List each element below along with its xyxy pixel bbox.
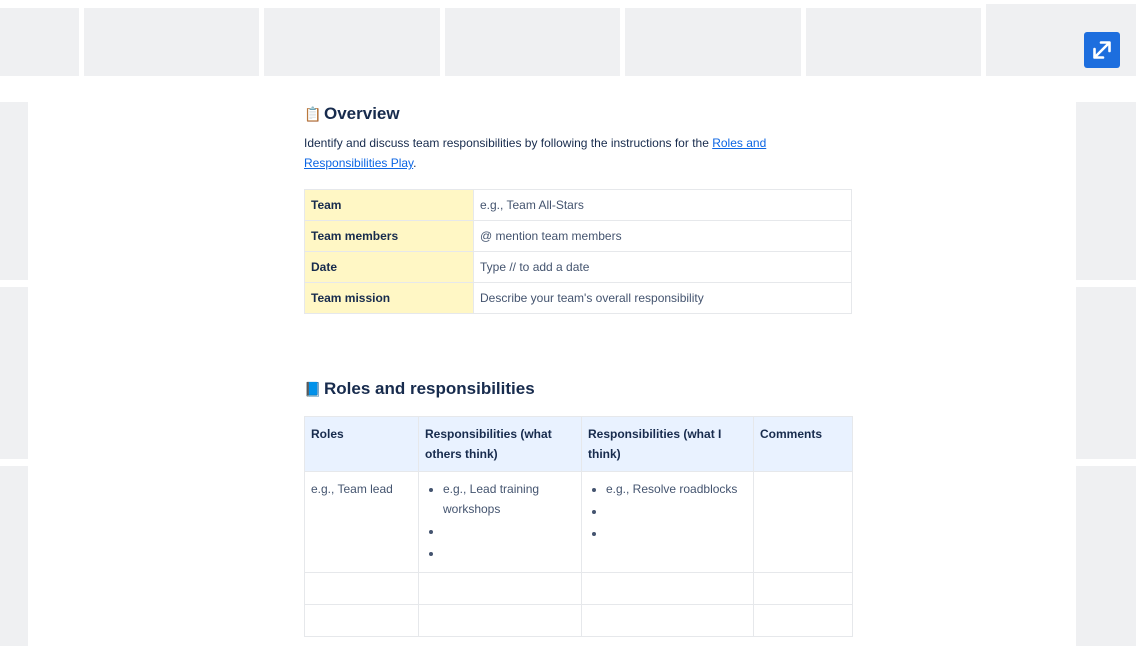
expand-arrows-icon: [1093, 41, 1111, 59]
expand-button[interactable]: [1084, 32, 1120, 68]
intro-paragraph: Identify and discuss team responsibiliti…: [304, 133, 852, 173]
table-header-row: Roles Responsibilities (what others thin…: [304, 416, 853, 472]
bullet-list: e.g., Resolve roadblocks: [588, 479, 747, 543]
roles-table: Roles Responsibilities (what others thin…: [304, 416, 853, 637]
overview-title: Overview: [324, 104, 400, 123]
role-cell[interactable]: e.g., Team lead: [304, 471, 419, 573]
date-value-cell[interactable]: Type // to add a date: [473, 251, 852, 283]
table-row: Team mission Describe your team's overal…: [304, 282, 852, 314]
list-item: e.g., Resolve roadblocks: [606, 479, 747, 499]
roles-heading: 📘 Roles and responsibilities: [304, 379, 535, 399]
header-roles: Roles: [304, 416, 419, 472]
overview-heading: 📋 Overview: [304, 104, 400, 124]
team-value-cell[interactable]: e.g., Team All-Stars: [473, 189, 852, 221]
header-i-think: Responsibilities (what I think): [581, 416, 754, 472]
list-item: [443, 521, 575, 541]
table-row: [304, 604, 853, 637]
table-row: Date Type // to add a date: [304, 251, 852, 283]
list-item: [606, 501, 747, 521]
list-item: [443, 543, 575, 563]
empty-cell[interactable]: [304, 572, 419, 605]
empty-cell[interactable]: [581, 572, 754, 605]
table-row: [304, 572, 853, 605]
team-mission-value-cell[interactable]: Describe your team's overall responsibil…: [473, 282, 852, 314]
team-members-label: Team members: [304, 220, 474, 252]
bullet-list: e.g., Lead training workshops: [425, 479, 575, 563]
empty-cell[interactable]: [418, 572, 582, 605]
others-think-cell[interactable]: e.g., Lead training workshops: [418, 471, 582, 573]
blue-book-icon: 📘: [304, 380, 322, 397]
empty-cell[interactable]: [581, 604, 754, 637]
i-think-cell[interactable]: e.g., Resolve roadblocks: [581, 471, 754, 573]
table-row: Team e.g., Team All-Stars: [304, 189, 852, 221]
header-comments: Comments: [753, 416, 853, 472]
empty-cell[interactable]: [418, 604, 582, 637]
list-item: e.g., Lead training workshops: [443, 479, 575, 519]
comments-cell[interactable]: [753, 471, 853, 573]
table-row: Team members @ mention team members: [304, 220, 852, 252]
empty-cell[interactable]: [304, 604, 419, 637]
date-label: Date: [304, 251, 474, 283]
clipboard-icon: 📋: [304, 105, 322, 122]
empty-cell[interactable]: [753, 604, 853, 637]
intro-end: .: [413, 156, 417, 170]
table-row: e.g., Team lead e.g., Lead training work…: [304, 471, 853, 573]
team-label: Team: [304, 189, 474, 221]
empty-cell[interactable]: [753, 572, 853, 605]
team-members-value-cell[interactable]: @ mention team members: [473, 220, 852, 252]
document-card: 📋 Overview Identify and discuss team res…: [28, 77, 1076, 667]
roles-title: Roles and responsibilities: [324, 379, 535, 398]
list-item: [606, 523, 747, 543]
overview-table: Team e.g., Team All-Stars Team members @…: [304, 189, 852, 314]
header-others-think: Responsibilities (what others think): [418, 416, 582, 472]
intro-text: Identify and discuss team responsibiliti…: [304, 136, 713, 150]
team-mission-label: Team mission: [304, 282, 474, 314]
